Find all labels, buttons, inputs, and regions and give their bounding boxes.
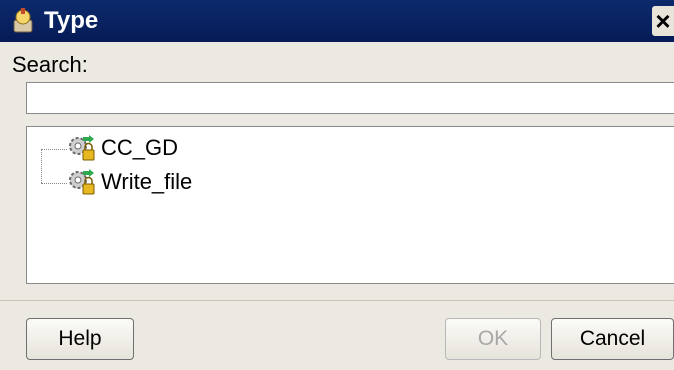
tree-connector <box>41 149 67 150</box>
search-input[interactable] <box>26 82 674 114</box>
cancel-button[interactable]: Cancel <box>551 318 674 360</box>
ok-button[interactable]: OK <box>445 318 541 360</box>
tree-connector <box>41 149 42 183</box>
dialog-titlebar: Type × <box>0 0 674 42</box>
tree-item-label: CC_GD <box>101 135 179 160</box>
ship-wheel-icon <box>13 8 33 33</box>
dialog-title: Type <box>44 7 99 34</box>
gear-lock-icon <box>69 169 95 195</box>
tree-item-write-file[interactable]: Write_file <box>67 167 192 197</box>
help-button[interactable]: Help <box>26 318 134 360</box>
gear-lock-icon <box>69 135 95 161</box>
tree-connector <box>41 183 67 184</box>
search-label: Search: <box>12 52 88 77</box>
tree-item-label: Write_file <box>101 169 193 194</box>
type-tree[interactable]: CC_GD Write_file <box>26 126 674 284</box>
button-bar-divider <box>0 300 674 301</box>
tree-item-cc-gd[interactable]: CC_GD <box>67 133 178 163</box>
close-icon[interactable]: × <box>652 6 674 36</box>
